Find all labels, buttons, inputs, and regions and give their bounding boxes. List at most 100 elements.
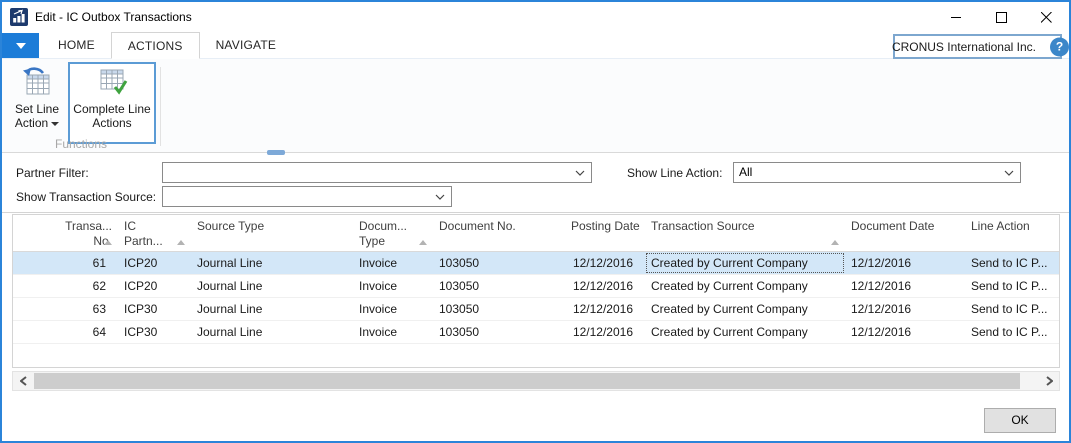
complete-line-actions-label: Complete Line Actions (70, 102, 154, 130)
ribbon-tab-strip: HOME ACTIONS NAVIGATE CRONUS Internation… (2, 32, 1069, 59)
ribbon-splitter-handle[interactable] (267, 150, 285, 155)
column-header-document-no[interactable]: Document No. (433, 215, 565, 251)
column-header-document-type[interactable]: Docum... Type (353, 215, 433, 251)
table-undo-arrow-icon (21, 66, 53, 98)
company-name: CRONUS International Inc. (892, 40, 1036, 54)
cell-transaction-no[interactable]: 61 (13, 252, 118, 274)
transactions-table: Transa... No. IC Partn... Source Type Do… (12, 214, 1060, 368)
filter-bar: Partner Filter: Show Line Action: All Sh… (2, 159, 1069, 213)
partner-filter-label: Partner Filter: (16, 166, 89, 180)
tab-navigate[interactable]: NAVIGATE (200, 32, 293, 59)
dropdown-caret-icon (51, 122, 59, 126)
table-row[interactable]: 63 ICP30 Journal Line Invoice 103050 12/… (13, 298, 1059, 321)
maximize-button[interactable] (979, 2, 1024, 32)
sort-ascending-icon (419, 240, 427, 245)
scroll-right-button[interactable] (1039, 372, 1059, 390)
column-header-transaction-no[interactable]: Transa... No. (13, 215, 118, 251)
cell-document-no[interactable]: 103050 (433, 298, 565, 320)
scroll-left-button[interactable] (13, 372, 33, 390)
company-badge[interactable]: CRONUS International Inc. ? (893, 34, 1062, 59)
cell-document-date[interactable]: 12/12/2016 (845, 275, 965, 297)
chevron-down-icon (575, 170, 585, 176)
window-title: Edit - IC Outbox Transactions (35, 10, 192, 24)
show-line-action-select[interactable]: All (733, 162, 1021, 183)
column-header-document-date[interactable]: Document Date (845, 215, 965, 251)
cell-transaction-no[interactable]: 63 (13, 298, 118, 320)
column-header-ic-partner[interactable]: IC Partn... (118, 215, 191, 251)
cell-transaction-source[interactable]: Created by Current Company (645, 298, 845, 320)
cell-line-action[interactable]: Send to IC P... (965, 321, 1061, 343)
table-green-check-icon (96, 66, 128, 98)
ribbon-tabs: HOME ACTIONS NAVIGATE (42, 32, 292, 59)
chevron-down-icon (1004, 170, 1014, 176)
cell-line-action[interactable]: Send to IC P... (965, 252, 1061, 274)
tab-home[interactable]: HOME (42, 32, 111, 59)
chevron-right-icon (1046, 376, 1053, 386)
ribbon: Set Line Action Complete Line Actions Fu… (2, 59, 1069, 153)
cell-document-type[interactable]: Invoice (353, 252, 433, 274)
show-transaction-source-select[interactable] (162, 186, 452, 207)
show-transaction-source-label: Show Transaction Source: (16, 190, 156, 204)
column-header-posting-date[interactable]: Posting Date (565, 215, 645, 251)
cell-document-type[interactable]: Invoice (353, 275, 433, 297)
set-line-action-button[interactable]: Set Line Action (8, 64, 66, 142)
cell-document-type[interactable]: Invoice (353, 298, 433, 320)
ribbon-group-separator (160, 67, 161, 146)
cell-source-type[interactable]: Journal Line (191, 275, 353, 297)
table-row[interactable]: 62 ICP20 Journal Line Invoice 103050 12/… (13, 275, 1059, 298)
ribbon-group-label: Functions (2, 137, 160, 151)
window-controls (934, 2, 1069, 32)
cell-document-date[interactable]: 12/12/2016 (845, 298, 965, 320)
sort-ascending-icon (831, 240, 839, 245)
close-icon (1041, 12, 1052, 23)
cell-ic-partner[interactable]: ICP30 (118, 298, 191, 320)
cell-line-action[interactable]: Send to IC P... (965, 298, 1061, 320)
cell-source-type[interactable]: Journal Line (191, 298, 353, 320)
column-header-transaction-source[interactable]: Transaction Source (645, 215, 845, 251)
table-row[interactable]: 61 ICP20 Journal Line Invoice 103050 12/… (13, 252, 1059, 275)
cell-posting-date[interactable]: 12/12/2016 (565, 252, 645, 274)
application-menu-button[interactable] (2, 33, 39, 58)
cell-source-type[interactable]: Journal Line (191, 321, 353, 343)
column-header-source-type[interactable]: Source Type (191, 215, 353, 251)
cell-ic-partner[interactable]: ICP20 (118, 275, 191, 297)
scrollbar-thumb[interactable] (34, 373, 1020, 389)
table-header-row: Transa... No. IC Partn... Source Type Do… (13, 215, 1059, 252)
cell-posting-date[interactable]: 12/12/2016 (565, 321, 645, 343)
cell-document-type[interactable]: Invoice (353, 321, 433, 343)
ic-outbox-transactions-window: Edit - IC Outbox Transactions HOME ACTIO… (0, 0, 1071, 443)
cell-ic-partner[interactable]: ICP20 (118, 252, 191, 274)
tab-actions[interactable]: ACTIONS (111, 32, 200, 59)
complete-line-actions-button[interactable]: Complete Line Actions (68, 62, 156, 144)
ok-button[interactable]: OK (984, 408, 1056, 433)
sort-ascending-icon (177, 240, 185, 245)
partner-filter-input[interactable] (162, 162, 592, 183)
cell-posting-date[interactable]: 12/12/2016 (565, 275, 645, 297)
column-header-line-action[interactable]: Line Action (965, 215, 1061, 251)
cell-document-date[interactable]: 12/12/2016 (845, 321, 965, 343)
close-button[interactable] (1024, 2, 1069, 32)
minimize-icon (951, 12, 962, 23)
cell-document-no[interactable]: 103050 (433, 252, 565, 274)
cell-transaction-source[interactable]: Created by Current Company (645, 321, 845, 343)
cell-posting-date[interactable]: 12/12/2016 (565, 298, 645, 320)
table-row[interactable]: 64 ICP30 Journal Line Invoice 103050 12/… (13, 321, 1059, 344)
cell-document-date[interactable]: 12/12/2016 (845, 252, 965, 274)
horizontal-scrollbar[interactable] (12, 371, 1060, 391)
title-bar: Edit - IC Outbox Transactions (2, 2, 1069, 32)
cell-transaction-source[interactable]: Created by Current Company (645, 275, 845, 297)
chevron-left-icon (20, 376, 27, 386)
cell-line-action[interactable]: Send to IC P... (965, 275, 1061, 297)
cell-transaction-no[interactable]: 64 (13, 321, 118, 343)
app-logo-bar-chart-icon (10, 8, 28, 26)
cell-source-type[interactable]: Journal Line (191, 252, 353, 274)
cell-document-no[interactable]: 103050 (433, 321, 565, 343)
cell-transaction-source-focused[interactable]: Created by Current Company (645, 252, 845, 274)
cell-ic-partner[interactable]: ICP30 (118, 321, 191, 343)
cell-document-no[interactable]: 103050 (433, 275, 565, 297)
minimize-button[interactable] (934, 2, 979, 32)
cell-transaction-no[interactable]: 62 (13, 275, 118, 297)
maximize-icon (996, 12, 1007, 23)
sort-ascending-icon (104, 240, 112, 245)
help-icon[interactable]: ? (1050, 37, 1069, 56)
